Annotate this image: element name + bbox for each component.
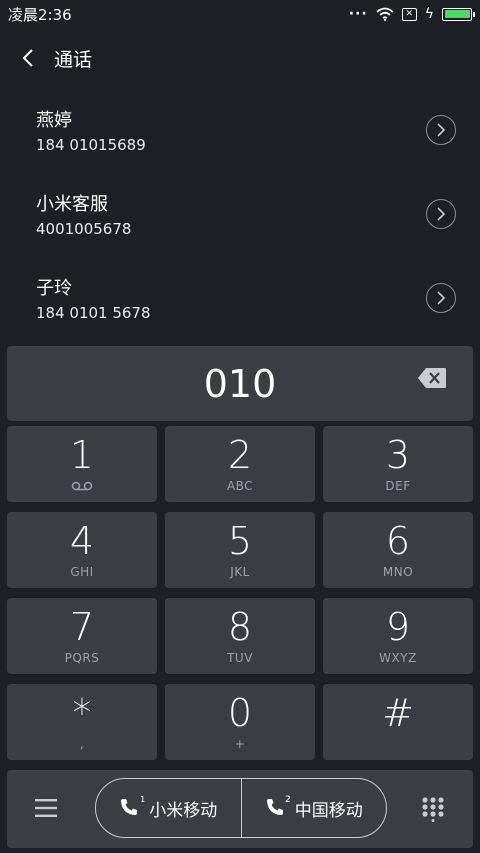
status-icons: ··· ✕ ϟ xyxy=(348,6,475,22)
key-4[interactable]: 4 GHI xyxy=(7,512,157,588)
key-letters: MNO xyxy=(382,565,414,579)
key-letters: DEF xyxy=(385,479,411,493)
contact-info: 子玲 184 0101 5678 xyxy=(36,274,151,322)
key-5[interactable]: 5 JKL xyxy=(165,512,315,588)
contact-name: 燕婷 xyxy=(36,110,72,131)
key-9[interactable]: 9 WXYZ xyxy=(323,598,473,674)
key-letters: , xyxy=(79,737,85,751)
more-dots-icon: ··· xyxy=(348,6,368,22)
key-digit: 3 xyxy=(385,433,411,477)
key-2[interactable]: 2 ABC xyxy=(165,426,315,502)
dialed-number: 010 xyxy=(203,361,277,406)
key-letters: ABC xyxy=(226,479,254,493)
call-sim1-button[interactable]: 1 小米移动 xyxy=(96,779,241,837)
contact-name: 子玲 xyxy=(36,278,72,299)
contact-detail-button[interactable] xyxy=(426,283,456,313)
key-letters: GHI xyxy=(70,565,94,579)
menu-icon[interactable] xyxy=(33,796,59,820)
contact-detail-button[interactable] xyxy=(426,199,456,229)
voicemail-icon xyxy=(71,481,93,491)
key-6[interactable]: 6 MNO xyxy=(323,512,473,588)
contact-detail-button[interactable] xyxy=(426,115,456,145)
key-star[interactable]: * , xyxy=(7,684,157,760)
chevron-right-icon xyxy=(437,207,446,221)
battery-icon xyxy=(442,7,475,21)
key-digit: 7 xyxy=(69,605,95,649)
key-letters: JKL xyxy=(230,565,250,579)
key-letters: + xyxy=(234,737,246,751)
contact-number: 184 0101 5678 xyxy=(36,304,151,322)
status-bar: 凌晨2:36 ··· ✕ ϟ xyxy=(0,0,480,28)
battery-level xyxy=(444,10,470,18)
backspace-icon[interactable] xyxy=(417,367,447,389)
key-digit: 0 xyxy=(227,691,253,735)
chevron-right-icon xyxy=(437,123,446,137)
key-letters: WXYZ xyxy=(379,651,417,665)
key-digit: 2 xyxy=(227,433,253,477)
contact-suggestions: 燕婷 184 01015689 小米客服 4001005678 子玲 184 0… xyxy=(0,88,480,340)
dial-keypad: 1 2 ABC 3 DEF 4 GHI 5 JKL 6 MNO 7 PQRS 8… xyxy=(7,426,473,760)
phone-sim2-icon: 2 xyxy=(265,795,291,819)
key-digit: 6 xyxy=(385,519,411,563)
key-letters: PQRS xyxy=(64,651,100,665)
page-title: 通话 xyxy=(54,48,93,71)
contact-item[interactable]: 小米客服 4001005678 xyxy=(0,172,480,256)
key-3[interactable]: 3 DEF xyxy=(323,426,473,502)
key-digit: 8 xyxy=(227,605,253,649)
contact-info: 小米客服 4001005678 xyxy=(36,190,131,238)
back-icon[interactable] xyxy=(18,48,38,68)
sim1-label: 小米移动 xyxy=(149,800,218,821)
dual-sim-call-group: 1 小米移动 2 中国移动 xyxy=(95,778,387,838)
key-1[interactable]: 1 xyxy=(7,426,157,502)
contact-number: 184 01015689 xyxy=(36,136,146,154)
key-digit: 9 xyxy=(385,605,411,649)
key-8[interactable]: 8 TUV xyxy=(165,598,315,674)
key-digit: 5 xyxy=(227,519,253,563)
contact-number: 4001005678 xyxy=(36,220,132,238)
contact-item[interactable]: 燕婷 184 01015689 xyxy=(0,88,480,172)
charging-icon: ϟ xyxy=(424,6,434,22)
sim-disabled-icon: ✕ xyxy=(401,7,417,21)
status-time: 凌晨2:36 xyxy=(8,5,72,24)
sim2-number: 2 xyxy=(285,795,291,805)
contact-name: 小米客服 xyxy=(36,194,108,215)
phone-sim1-icon: 1 xyxy=(119,795,145,819)
dialpad-icon[interactable] xyxy=(421,796,445,822)
key-digit: 4 xyxy=(69,519,95,563)
contact-item[interactable]: 子玲 184 0101 5678 xyxy=(0,256,480,340)
key-digit: # xyxy=(382,691,414,735)
bottom-action-bar: 1 小米移动 2 中国移动 xyxy=(7,770,473,848)
key-digit: 1 xyxy=(69,433,95,477)
key-0[interactable]: 0 + xyxy=(165,684,315,760)
dial-input-display[interactable]: 010 xyxy=(7,346,473,421)
call-sim2-button[interactable]: 2 中国移动 xyxy=(240,779,387,837)
key-7[interactable]: 7 PQRS xyxy=(7,598,157,674)
sim2-label: 中国移动 xyxy=(294,800,363,821)
key-hash[interactable]: # xyxy=(323,684,473,760)
contact-info: 燕婷 184 01015689 xyxy=(36,106,146,154)
header: 通话 xyxy=(0,38,480,78)
key-digit: * xyxy=(72,691,92,735)
key-letters: TUV xyxy=(227,651,253,665)
wifi-icon xyxy=(376,7,394,21)
chevron-right-icon xyxy=(437,291,446,305)
